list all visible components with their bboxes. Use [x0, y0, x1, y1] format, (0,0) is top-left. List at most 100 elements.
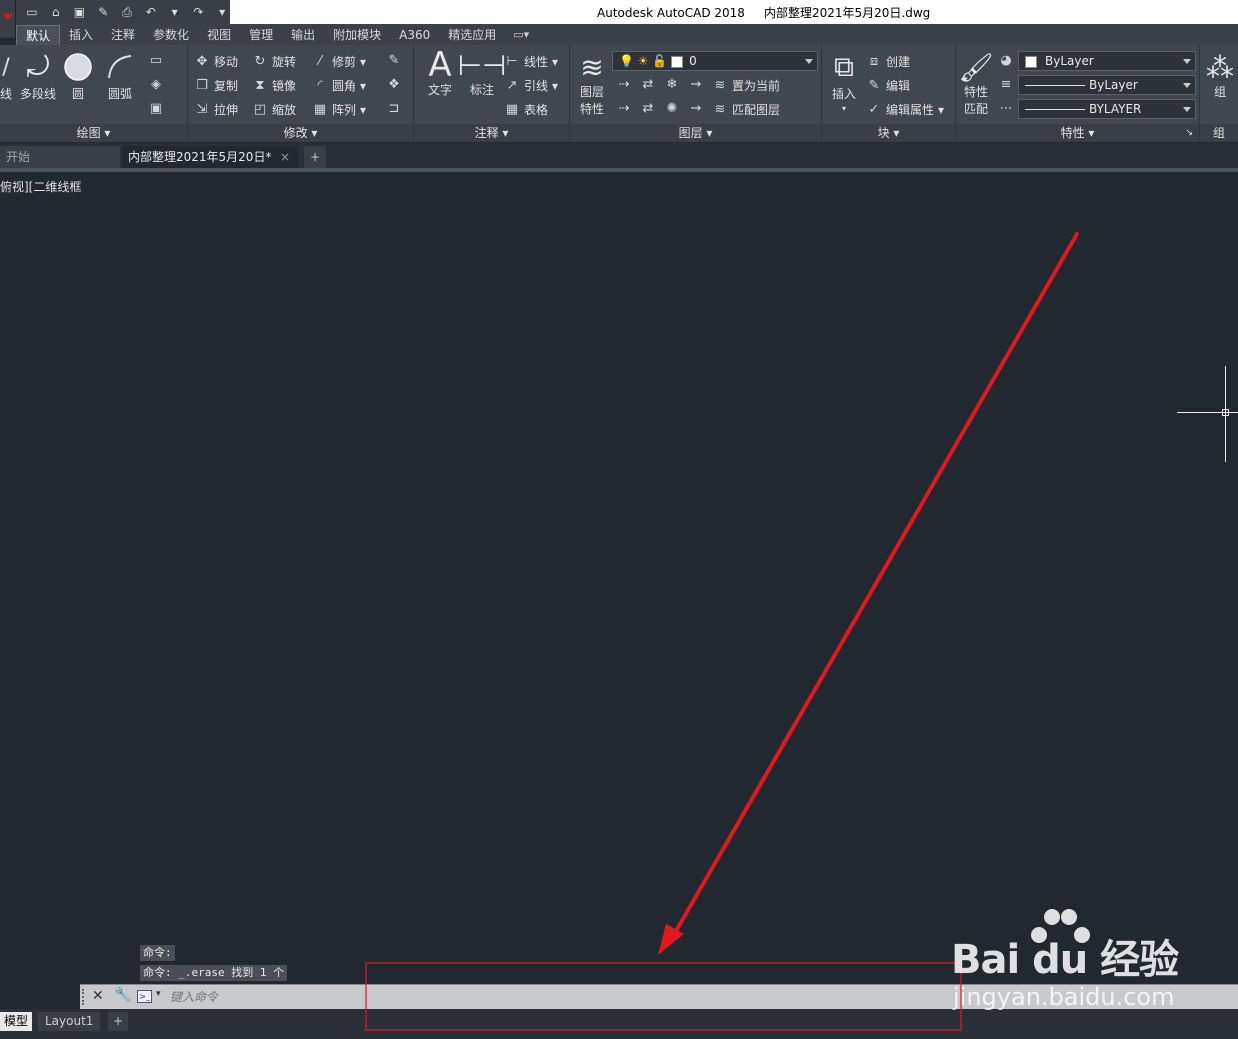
leader-button[interactable]: ↗ 引线 ▾	[504, 77, 559, 94]
layer-value: 0	[689, 54, 697, 68]
copy-button[interactable]: ❐ 复制	[194, 77, 238, 94]
drawing-tab[interactable]: 内部整理2021年5月20日* ×	[122, 146, 298, 168]
undo-dropdown-icon[interactable]: ▾	[167, 5, 183, 19]
start-tab[interactable]: 开始	[0, 146, 120, 168]
close-icon[interactable]: ✕	[92, 988, 104, 1004]
polyline-button[interactable]: ⤾ 多段线	[20, 50, 56, 102]
circle-button[interactable]: 圆	[62, 51, 94, 102]
block-panel-title[interactable]: 块 ▾	[822, 124, 955, 142]
tab-parametric[interactable]: 参数化	[144, 25, 198, 45]
layer-on-icon[interactable]: ⇢	[616, 101, 632, 117]
trim-button[interactable]: ⁄ 修剪 ▾	[312, 53, 366, 70]
rotate-button[interactable]: ↻ 旋转	[252, 53, 296, 70]
mirror-button[interactable]: ⧗ 镜像	[252, 77, 296, 94]
layers-panel-title[interactable]: 图层 ▾	[570, 124, 821, 142]
text-icon: A	[428, 45, 452, 85]
drawing-canvas[interactable]: 俯视][二维线框	[0, 176, 1238, 984]
scale-icon: ◰	[253, 101, 267, 117]
add-layout-button[interactable]: +	[108, 1012, 129, 1031]
layer-freeze-icon[interactable]: ❄	[664, 77, 680, 93]
annotation-panel-title[interactable]: 注释 ▾	[414, 124, 569, 142]
match-properties-button[interactable]: 🖌 特性 匹配	[958, 51, 994, 117]
layer-unlock-icon[interactable]: ⇝	[688, 101, 704, 117]
layer-dropdown[interactable]: 💡 ☀ 🔓 0	[612, 51, 818, 71]
sun-icon: ☀	[637, 54, 649, 68]
region-icon[interactable]: ▣	[148, 101, 164, 117]
properties-panel-title[interactable]: 特性 ▾ ↘	[956, 124, 1199, 142]
model-tab[interactable]: 模型	[0, 1012, 33, 1031]
draw-panel: / 线 ⤾ 多段线 圆 圆弧 ▭ ◈ ▣ 绘图 ▾	[0, 45, 188, 142]
fillet-button[interactable]: ◜ 圆角 ▾	[312, 77, 366, 94]
viewport-controls[interactable]: 俯视][二维线框	[0, 178, 81, 195]
ribbon-options-icon[interactable]: ▭▾	[513, 25, 529, 45]
close-tab-icon[interactable]: ×	[280, 146, 290, 168]
layer-thaw-icon[interactable]: ✺	[664, 101, 680, 117]
customize-qat-icon[interactable]: ▾	[214, 5, 230, 19]
application-menu-button[interactable]	[0, 0, 16, 38]
groups-panel-title[interactable]: 组	[1200, 124, 1238, 142]
group-button[interactable]: ⁂ 组	[1204, 51, 1236, 100]
text-button[interactable]: A 文字	[424, 45, 456, 98]
tab-addins[interactable]: 附加模块	[324, 25, 390, 45]
rectangle-icon[interactable]: ▭	[148, 53, 164, 69]
dimension-button[interactable]: ⊢⊣ 标注	[458, 49, 507, 98]
block-panel: ⧉ 插入 ▾ ⧈ 创建 ✎ 编辑 ✓ 编辑属性 ▾ 块 ▾	[822, 45, 956, 142]
color-dropdown[interactable]: ByLayer	[1018, 51, 1196, 71]
layer-off-icon[interactable]: ⇢	[616, 77, 632, 93]
arc-button[interactable]: 圆弧	[104, 51, 136, 102]
edit-block-button[interactable]: ✎ 编辑	[866, 77, 910, 94]
set-current-icon: ≋	[714, 77, 726, 93]
edit-attributes-button[interactable]: ✓ 编辑属性 ▾	[866, 101, 945, 118]
explode-icon[interactable]: ❖	[386, 77, 402, 93]
edit-attributes-icon: ✓	[868, 101, 880, 117]
layout1-tab[interactable]: Layout1	[38, 1012, 101, 1031]
tab-insert[interactable]: 插入	[60, 25, 102, 45]
print-icon[interactable]: ⎙	[119, 5, 135, 19]
draw-panel-title[interactable]: 绘图 ▾	[0, 124, 187, 142]
offset-icon[interactable]: ⊐	[386, 101, 402, 117]
fillet-icon: ◜	[317, 77, 323, 93]
save-icon[interactable]: ▣	[72, 5, 88, 19]
array-button[interactable]: ▦ 阵列 ▾	[312, 101, 366, 118]
layer-isolate-icon[interactable]: ⇄	[640, 77, 656, 93]
insert-block-icon: ⧉	[834, 50, 854, 83]
move-button[interactable]: ✥ 移动	[194, 53, 238, 70]
tab-view[interactable]: 视图	[198, 25, 240, 45]
tab-manage[interactable]: 管理	[240, 25, 282, 45]
linear-dim-button[interactable]: ⊢ 线性 ▾	[504, 53, 558, 70]
layer-properties-icon: ≋	[580, 50, 604, 84]
line-button[interactable]: / 线	[0, 51, 12, 102]
create-block-button[interactable]: ⧈ 创建	[866, 53, 910, 70]
match-layer-icon: ≋	[714, 101, 726, 117]
tab-featured-apps[interactable]: 精选应用	[439, 25, 505, 45]
layer-properties-button[interactable]: ≋ 图层 特性	[576, 51, 608, 117]
insert-block-button[interactable]: ⧉ 插入 ▾	[828, 50, 860, 113]
hatch-icon[interactable]: ◈	[148, 77, 164, 93]
command-prompt-icon[interactable]: >_	[137, 990, 152, 1003]
command-line-grip[interactable]	[82, 989, 88, 1005]
scale-button[interactable]: ◰ 缩放	[252, 101, 296, 118]
linetype-dropdown[interactable]: BYLAYER	[1018, 99, 1196, 119]
command-input[interactable]	[170, 988, 770, 1006]
tab-output[interactable]: 输出	[282, 25, 324, 45]
table-button[interactable]: ▦ 表格	[504, 101, 548, 118]
modify-panel-title[interactable]: 修改 ▾	[188, 124, 413, 142]
tab-default[interactable]: 默认	[16, 25, 61, 45]
undo-icon[interactable]: ↶	[143, 5, 159, 19]
save-as-icon[interactable]: ✎	[95, 5, 111, 19]
redo-icon[interactable]: ↷	[190, 5, 206, 19]
erase-icon[interactable]: ✎	[386, 53, 402, 69]
recent-commands-icon[interactable]: ▾	[156, 989, 161, 999]
set-current-layer-button[interactable]: ≋ 置为当前	[712, 77, 780, 94]
tab-annotate[interactable]: 注释	[102, 25, 144, 45]
new-tab-button[interactable]: +	[304, 146, 326, 168]
tab-a360[interactable]: A360	[390, 25, 439, 45]
customize-wrench-icon[interactable]: 🔧	[114, 987, 131, 1003]
stretch-button[interactable]: ⇲ 拉伸	[194, 101, 238, 118]
open-folder-icon[interactable]: ⌂	[48, 5, 64, 19]
new-file-icon[interactable]: ▭	[24, 5, 40, 19]
layer-unisolate-icon[interactable]: ⇄	[640, 101, 656, 117]
lineweight-dropdown[interactable]: ByLayer	[1018, 75, 1196, 95]
layer-lock-icon[interactable]: ⇝	[688, 77, 704, 93]
match-layer-button[interactable]: ≋ 匹配图层	[712, 101, 780, 118]
